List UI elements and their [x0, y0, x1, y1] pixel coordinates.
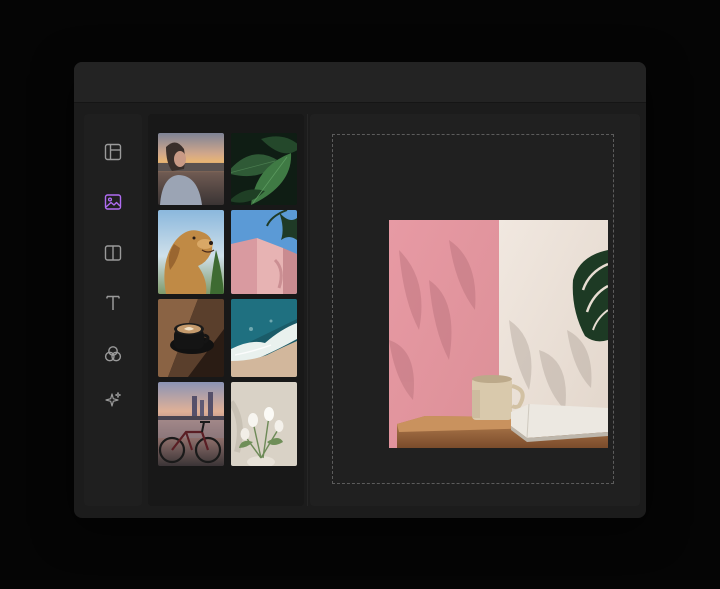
images-tool-button[interactable] — [101, 190, 125, 214]
layout-icon — [104, 143, 122, 161]
image-icon — [104, 194, 122, 210]
gallery-thumb-latte[interactable] — [158, 299, 224, 377]
golden-retriever-photo — [158, 210, 224, 294]
gallery-thumb-golden-retriever[interactable] — [158, 210, 224, 294]
artboard-frame[interactable] — [332, 134, 614, 484]
tool-sidebar — [84, 114, 142, 506]
green-leaves-photo — [231, 133, 297, 205]
split-view-icon — [104, 245, 122, 261]
gallery-thumb-pink-wall[interactable] — [231, 210, 297, 294]
magic-tool-button[interactable] — [101, 388, 125, 412]
layout-tool-button[interactable] — [101, 140, 125, 164]
title-bar[interactable] — [74, 62, 646, 103]
sparkles-icon — [105, 392, 121, 407]
gallery-thumb-city-bicycle[interactable] — [158, 382, 224, 466]
city-bicycle-photo — [158, 382, 224, 466]
text-icon — [106, 295, 120, 310]
gallery-thumb-green-leaves[interactable] — [231, 133, 297, 205]
gallery-thumb-woman-sunset[interactable] — [158, 133, 224, 205]
editor-window — [74, 62, 646, 518]
shapes-icon — [104, 346, 122, 362]
split-tool-button[interactable] — [101, 241, 125, 265]
coffee-cup-scene-photo — [389, 220, 608, 448]
gallery-thumb-ocean[interactable] — [231, 299, 297, 377]
elements-tool-button[interactable] — [101, 342, 125, 366]
canvas-area[interactable] — [310, 114, 640, 506]
pink-wall-photo — [231, 210, 297, 294]
white-tulips-photo — [231, 382, 297, 466]
latte-photo — [158, 299, 224, 377]
text-tool-button[interactable] — [101, 291, 125, 315]
panel-divider — [307, 114, 308, 506]
ocean-photo — [231, 299, 297, 377]
gallery-thumb-white-tulips[interactable] — [231, 382, 297, 466]
woman-sunset-photo — [158, 133, 224, 205]
image-gallery-panel — [148, 114, 304, 506]
canvas-selected-image[interactable] — [389, 220, 608, 448]
